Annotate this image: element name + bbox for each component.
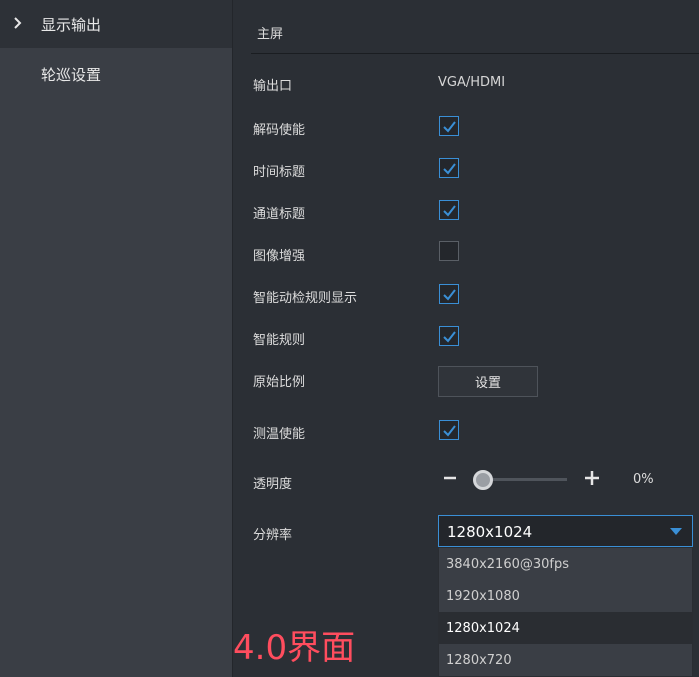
- dropdown-option[interactable]: 3840x2160@30fps: [439, 548, 692, 580]
- transparency-value: 0%: [633, 472, 654, 487]
- output-port-label: 输出口: [253, 79, 293, 94]
- sidebar-item-display-output[interactable]: 显示输出: [0, 0, 232, 48]
- checkmark-icon: [443, 205, 456, 217]
- smart-rule-label: 智能规则: [253, 333, 306, 348]
- smart-motion-rule-checkbox[interactable]: [439, 284, 459, 304]
- sidebar-item-label: 显示输出: [41, 15, 102, 34]
- sidebar: 显示输出 轮巡设置: [0, 0, 232, 677]
- overlay-caption: 4.0界面: [233, 628, 356, 668]
- resolution-select[interactable]: 1280x1024: [438, 515, 693, 547]
- resolution-selected-value: 1280x1024: [447, 523, 533, 541]
- resolution-label: 分辨率: [253, 528, 293, 543]
- transparency-slider-track[interactable]: [485, 478, 567, 481]
- checkmark-icon: [443, 121, 456, 133]
- output-port-value: VGA/HDMI: [438, 75, 506, 90]
- sidebar-item-label: 轮巡设置: [41, 65, 102, 84]
- temp-enable-label: 测温使能: [253, 427, 306, 442]
- smart-motion-rule-label: 智能动检规则显示: [253, 291, 358, 306]
- checkmark-icon: [443, 331, 456, 343]
- temp-enable-checkbox[interactable]: [439, 420, 459, 440]
- time-title-checkbox[interactable]: [439, 158, 459, 178]
- decode-enable-label: 解码使能: [253, 123, 306, 138]
- chevron-right-icon: [14, 17, 22, 29]
- app-root: 显示输出 轮巡设置 主屏 输出口 VGA/HDMI 解码使能 时间标题 通道标题…: [0, 0, 699, 677]
- resolution-dropdown: 3840x2160@30fps 1920x1080 1280x1024 1280…: [438, 547, 693, 677]
- main-panel: 主屏 输出口 VGA/HDMI 解码使能 时间标题 通道标题 图像增强 智能动检…: [233, 0, 699, 677]
- dropdown-option[interactable]: 1920x1080: [439, 580, 692, 612]
- tab-main-screen[interactable]: 主屏: [257, 23, 283, 42]
- decode-enable-checkbox[interactable]: [439, 116, 459, 136]
- caret-down-icon: [670, 528, 682, 535]
- image-enhance-checkbox[interactable]: [439, 241, 459, 261]
- image-enhance-label: 图像增强: [253, 249, 306, 264]
- sidebar-item-patrol-settings[interactable]: 轮巡设置: [0, 50, 232, 98]
- aspect-settings-button[interactable]: 设置: [438, 366, 538, 397]
- smart-rule-checkbox[interactable]: [439, 326, 459, 346]
- title-divider: [251, 53, 699, 54]
- transparency-label: 透明度: [253, 477, 293, 492]
- aspect-ratio-label: 原始比例: [253, 375, 306, 390]
- plus-icon[interactable]: [584, 470, 600, 486]
- dropdown-option[interactable]: 1280x1024: [439, 612, 692, 644]
- checkmark-icon: [443, 425, 456, 437]
- time-title-label: 时间标题: [253, 165, 306, 180]
- minus-icon[interactable]: [443, 470, 457, 486]
- dropdown-option[interactable]: 1280x720: [439, 644, 692, 676]
- transparency-slider-thumb[interactable]: [473, 470, 493, 490]
- checkmark-icon: [443, 163, 456, 175]
- checkmark-icon: [443, 289, 456, 301]
- channel-title-checkbox[interactable]: [439, 200, 459, 220]
- channel-title-label: 通道标题: [253, 207, 306, 222]
